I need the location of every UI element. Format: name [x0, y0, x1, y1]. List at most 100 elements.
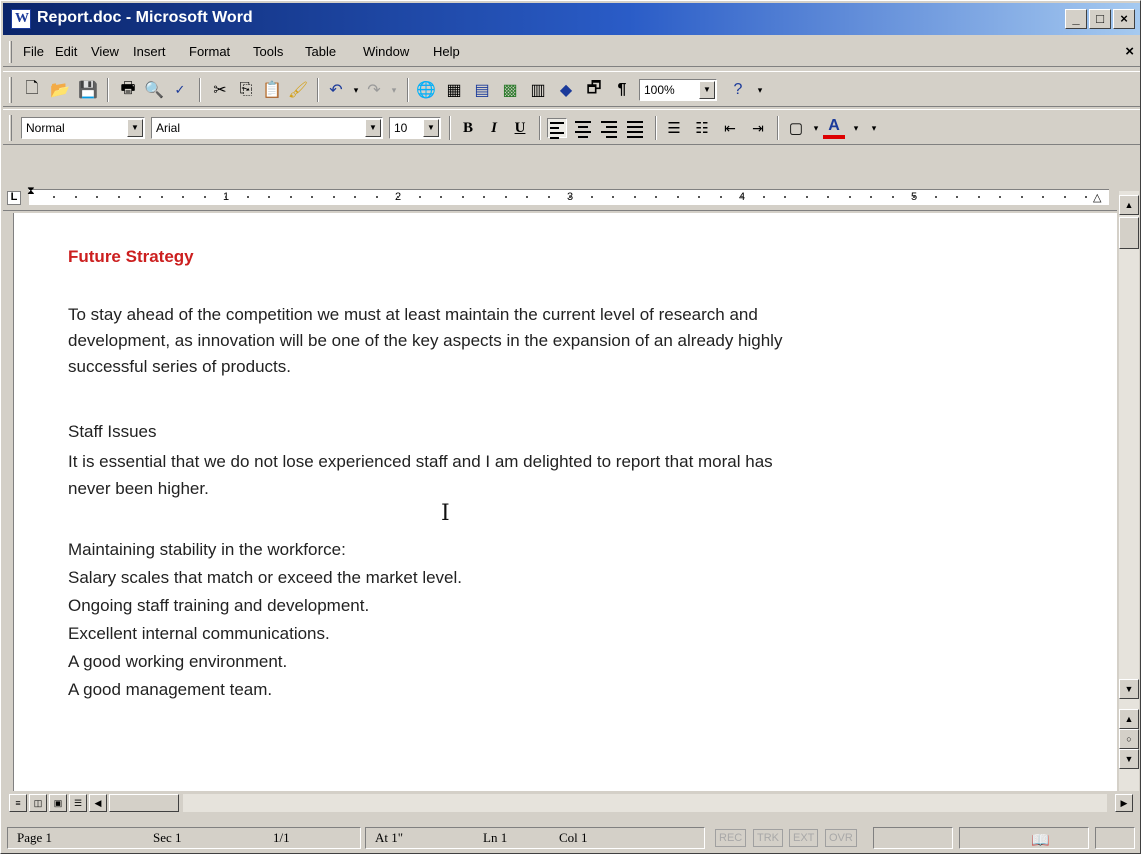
menu-window[interactable]: Window [363, 44, 409, 59]
decrease-indent-icon[interactable]: ⇤ [719, 117, 741, 139]
print-icon[interactable]: 🖶 [117, 79, 139, 101]
horizontal-scrollbar[interactable] [183, 794, 1107, 812]
align-right-button[interactable] [599, 118, 619, 138]
minimize-button[interactable]: _ [1065, 9, 1087, 29]
menu-tools[interactable]: Tools [253, 44, 283, 59]
document-close-icon[interactable]: × [1125, 43, 1134, 60]
menu-insert[interactable]: Insert [133, 44, 166, 59]
increase-indent-icon[interactable]: ⇥ [747, 117, 769, 139]
italic-button[interactable]: I [483, 117, 505, 139]
status-trk[interactable]: TRK [753, 829, 783, 847]
chevron-down-icon[interactable]: ▼ [127, 119, 143, 137]
open-folder-icon[interactable]: 📂 [49, 79, 71, 101]
scroll-thumb[interactable] [1119, 217, 1139, 249]
spelling-grammar-icon[interactable]: ✓ [169, 79, 191, 101]
horizontal-scroll-thumb[interactable] [109, 794, 179, 812]
chevron-down-icon[interactable]: ▼ [423, 119, 439, 137]
scroll-up-button[interactable]: ▲ [1119, 195, 1139, 215]
toolbar-options-icon[interactable]: ▾ [749, 79, 771, 101]
underline-button[interactable]: U [509, 117, 531, 139]
zoom-select[interactable]: 100% ▼ [639, 79, 717, 101]
bullets-icon[interactable]: ☷ [691, 117, 713, 139]
align-left-button[interactable] [547, 118, 567, 139]
ruler-tick [956, 196, 958, 198]
status-spelling[interactable] [959, 827, 1089, 849]
normal-view-icon[interactable]: ≡ [9, 794, 27, 812]
vertical-scrollbar[interactable]: ▲ ▼ ▲ ○ ▼ [1119, 191, 1139, 791]
chevron-down-icon[interactable]: ▼ [699, 81, 715, 99]
format-painter-icon[interactable]: 🖌 [287, 79, 309, 101]
right-indent-marker[interactable]: △ [1093, 191, 1101, 204]
restore-button[interactable]: □ [1089, 9, 1111, 29]
ruler-tick [1085, 196, 1087, 198]
next-page-button[interactable]: ▼ [1119, 749, 1139, 769]
status-page-section[interactable] [7, 827, 361, 849]
cut-icon[interactable]: ✂ [209, 79, 231, 101]
print-preview-icon[interactable]: 🔍 [143, 79, 165, 101]
status-ext[interactable]: EXT [789, 829, 819, 847]
menu-table[interactable]: Table [305, 44, 336, 59]
toolbar-options-icon[interactable]: ▾ [863, 117, 885, 139]
menu-format[interactable]: Format [189, 44, 230, 59]
menubar-grip[interactable] [9, 41, 12, 63]
save-icon[interactable]: 💾 [77, 79, 99, 101]
horizontal-ruler[interactable]: L 1 2 3 4 5 ⧗ △ [3, 183, 1117, 211]
word-window: Report.doc - Microsoft Word _ □ × File E… [0, 0, 1141, 854]
style-select[interactable]: Normal ▼ [21, 117, 145, 139]
paragraph-line: development, as innovation will be one o… [68, 331, 783, 350]
columns-icon[interactable]: ▥ [527, 79, 549, 101]
help-icon[interactable]: ? [727, 79, 749, 101]
ruler-tick [827, 196, 829, 198]
tab-selector[interactable]: L [7, 191, 21, 205]
outline-view-icon[interactable]: ☰ [69, 794, 87, 812]
menu-help[interactable]: Help [433, 44, 460, 59]
ruler-tick [289, 196, 292, 198]
font-select[interactable]: Arial ▼ [151, 117, 383, 139]
select-browse-object-button[interactable]: ○ [1119, 729, 1139, 749]
toolbar-separator [317, 78, 319, 102]
scroll-down-button[interactable]: ▼ [1119, 679, 1139, 699]
font-size-select[interactable]: 10 ▼ [389, 117, 441, 139]
justify-button[interactable] [625, 118, 645, 138]
close-button[interactable]: × [1113, 9, 1135, 29]
title-bar[interactable]: Report.doc - Microsoft Word _ □ × [3, 3, 1140, 35]
copy-icon[interactable]: ⎘ [235, 79, 257, 101]
insert-excel-icon[interactable]: ▩ [499, 79, 521, 101]
paste-icon[interactable]: 📋 [261, 79, 283, 101]
redo-icon[interactable]: ↷ [363, 79, 385, 101]
show-hide-pilcrow-icon[interactable]: ¶ [611, 79, 633, 101]
ruler-strip[interactable]: 1 2 3 4 5 [29, 189, 1109, 205]
insert-table-icon[interactable]: ▤ [471, 79, 493, 101]
menu-edit[interactable]: Edit [55, 44, 77, 59]
undo-icon[interactable]: ↶ [325, 79, 347, 101]
align-center-button[interactable] [573, 118, 593, 138]
previous-page-button[interactable]: ▲ [1119, 709, 1139, 729]
ruler-tick [375, 196, 378, 198]
scroll-right-button[interactable]: ▶ [1115, 794, 1133, 812]
scroll-left-button[interactable]: ◀ [89, 794, 107, 812]
redo-dropdown-icon[interactable]: ▾ [383, 79, 405, 101]
borders-icon[interactable]: ▢ [785, 117, 807, 139]
chevron-down-icon[interactable]: ▼ [365, 119, 381, 137]
spelling-grammar-status-icon[interactable]: 📖 [1031, 831, 1050, 849]
status-rec[interactable]: REC [715, 829, 747, 847]
word-app-icon[interactable] [11, 9, 31, 29]
insert-hyperlink-icon[interactable]: 🌐 [415, 79, 437, 101]
web-layout-view-icon[interactable]: ◫ [29, 794, 47, 812]
bold-button[interactable]: B [457, 117, 479, 139]
font-color-icon[interactable]: A [823, 117, 845, 139]
first-line-indent-marker[interactable]: ⧗ [27, 185, 35, 198]
document-page[interactable]: Future Strategy To stay ahead of the com… [13, 213, 1117, 791]
document-map-icon[interactable]: 🗗 [583, 79, 605, 101]
new-document-icon[interactable]: 🗋 [21, 79, 43, 101]
formatting-toolbar-grip[interactable] [9, 115, 12, 141]
menu-file[interactable]: File [23, 44, 44, 59]
numbering-icon[interactable]: ☰ [663, 117, 685, 139]
status-position[interactable] [365, 827, 705, 849]
tables-borders-icon[interactable]: ▦ [443, 79, 465, 101]
status-ovr[interactable]: OVR [825, 829, 857, 847]
print-layout-view-icon[interactable]: ▣ [49, 794, 67, 812]
standard-toolbar-grip[interactable] [9, 77, 12, 103]
menu-view[interactable]: View [91, 44, 119, 59]
drawing-icon[interactable]: ◆ [555, 79, 577, 101]
